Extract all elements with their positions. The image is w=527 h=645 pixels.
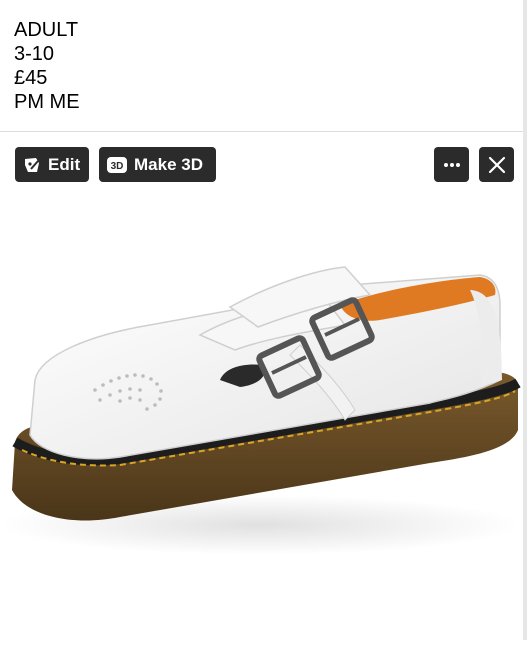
- edit-button[interactable]: Edit: [15, 147, 89, 182]
- ellipsis-icon: [443, 162, 461, 168]
- close-button[interactable]: [479, 147, 514, 182]
- caption-line: £45: [14, 67, 48, 89]
- 3d-icon-text: 3D: [111, 161, 124, 172]
- make-3d-button[interactable]: 3D Make 3D: [99, 147, 216, 182]
- caption-line: PM ME: [14, 91, 80, 113]
- shoe-illustration: [0, 266, 521, 555]
- post-caption: ADULT 3-10 £45 PM ME: [14, 18, 80, 114]
- edit-label: Edit: [48, 154, 81, 174]
- 3d-icon: 3D: [106, 155, 128, 175]
- edit-icon: [22, 155, 42, 175]
- make-3d-label: Make 3D: [134, 154, 203, 174]
- product-photo: [0, 195, 527, 640]
- divider: [0, 131, 527, 132]
- caption-line: 3-10: [14, 43, 55, 65]
- close-icon: [488, 156, 506, 174]
- caption-line: ADULT: [14, 19, 79, 41]
- more-options-button[interactable]: [434, 147, 469, 182]
